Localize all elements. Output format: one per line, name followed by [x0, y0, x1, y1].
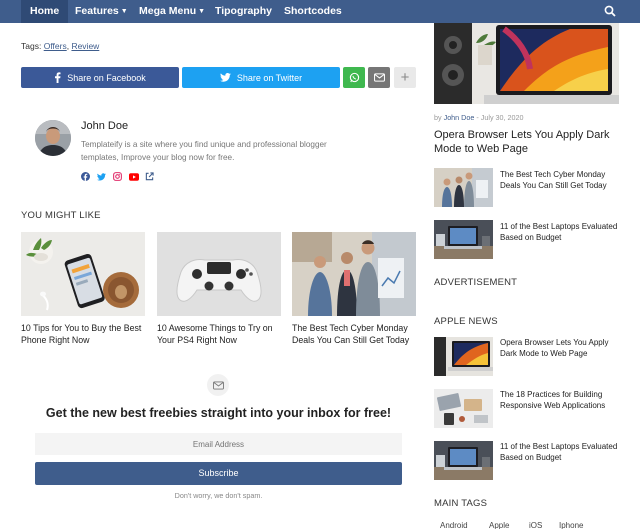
- meta-by: by: [434, 113, 442, 122]
- share-email-button[interactable]: [368, 67, 390, 88]
- newsletter-envelope-icon: [207, 374, 229, 396]
- tag-pill[interactable]: Iphone: [559, 521, 583, 529]
- sidebar-post-title[interactable]: 11 of the Best Laptops Evaluated Based o…: [500, 441, 620, 463]
- chevron-down-icon: ▼: [120, 8, 128, 15]
- share-more-button[interactable]: +: [394, 67, 416, 88]
- advertisement-title: ADVERTISEMENT: [434, 277, 518, 288]
- sidebar-post-thumbnail[interactable]: [434, 441, 493, 480]
- nav-label: Shortcodes: [284, 5, 342, 17]
- related-post-image[interactable]: [21, 232, 145, 316]
- plus-icon: +: [400, 69, 410, 86]
- external-link-icon[interactable]: [145, 168, 154, 181]
- related-post-image[interactable]: [292, 232, 416, 316]
- related-post-image[interactable]: [157, 232, 281, 316]
- facebook-icon[interactable]: [81, 168, 90, 181]
- twitter-icon: [219, 73, 231, 82]
- post-tags: Tags: Offers, Review: [21, 41, 100, 51]
- sidebar-post-thumbnail[interactable]: [434, 220, 493, 259]
- author-bio: Templateify is a site where you find uni…: [81, 140, 327, 162]
- related-post-title[interactable]: 10 Tips for You to Buy the Best Phone Ri…: [21, 322, 145, 346]
- tag-pill[interactable]: Android: [440, 521, 468, 529]
- facebook-icon: [55, 72, 61, 83]
- share-twitter-label: Share on Twitter: [236, 72, 303, 83]
- tag-pill[interactable]: iOS: [529, 521, 542, 529]
- featured-post-image[interactable]: [434, 23, 619, 104]
- nav-item-features[interactable]: Features ▼: [75, 0, 128, 23]
- share-twitter-button[interactable]: Share on Twitter: [182, 67, 340, 88]
- nav-label: Tipography: [215, 5, 272, 17]
- nav-item-tipography[interactable]: Tipography: [215, 0, 272, 23]
- nav-label: Features: [75, 5, 119, 17]
- post-date: - July 30, 2020: [476, 113, 524, 122]
- related-post-title[interactable]: The Best Tech Cyber Monday Deals You Can…: [292, 322, 416, 346]
- tags-label: Tags:: [21, 41, 42, 51]
- avatar[interactable]: [35, 120, 71, 156]
- twitter-icon[interactable]: [97, 168, 106, 181]
- whatsapp-icon: [349, 72, 359, 83]
- newsletter-note: Don't worry, we don't spam.: [174, 491, 263, 500]
- tag-link[interactable]: Review: [71, 41, 99, 51]
- subscribe-button[interactable]: Subscribe: [35, 462, 402, 485]
- share-facebook-button[interactable]: Share on Facebook: [21, 67, 179, 88]
- nav-item-mega-menu[interactable]: Mega Menu ▼: [139, 0, 205, 23]
- sidebar-post-title[interactable]: The Best Tech Cyber Monday Deals You Can…: [500, 169, 620, 191]
- apple-news-title: APPLE NEWS: [434, 316, 498, 327]
- sidebar-post-title[interactable]: The 18 Practices for Building Responsive…: [500, 389, 620, 411]
- author-name[interactable]: John Doe: [81, 120, 128, 132]
- nav-label: Home: [30, 5, 60, 17]
- featured-post-title[interactable]: Opera Browser Lets You Apply Dark Mode t…: [434, 128, 624, 156]
- main-tags-title: MAIN TAGS: [434, 498, 488, 509]
- sidebar-post-thumbnail[interactable]: [434, 168, 493, 207]
- author-link[interactable]: John Doe: [444, 113, 475, 122]
- featured-post-meta: by John Doe - July 30, 2020: [434, 113, 524, 122]
- envelope-icon: [373, 73, 385, 82]
- related-posts-title: YOU MIGHT LIKE: [21, 210, 101, 221]
- nav-item-shortcodes[interactable]: Shortcodes: [284, 0, 342, 23]
- top-navigation: Home Features ▼ Mega Menu ▼ Tipography Sho…: [0, 0, 640, 23]
- youtube-icon[interactable]: [129, 168, 139, 181]
- sidebar-post-thumbnail[interactable]: [434, 337, 493, 376]
- newsletter-title: Get the new best freebies straight into …: [45, 406, 392, 420]
- search-icon[interactable]: [604, 5, 616, 17]
- share-whatsapp-button[interactable]: [343, 67, 365, 88]
- share-facebook-label: Share on Facebook: [67, 72, 146, 83]
- sidebar-post-title[interactable]: Opera Browser Lets You Apply Dark Mode t…: [500, 337, 620, 359]
- tag-pill[interactable]: Apple: [489, 521, 509, 529]
- sidebar-post-thumbnail[interactable]: [434, 389, 493, 428]
- related-post-title[interactable]: 10 Awesome Things to Try on Your PS4 Rig…: [157, 322, 281, 346]
- sidebar-post-title[interactable]: 11 of the Best Laptops Evaluated Based o…: [500, 221, 620, 243]
- nav-item-home[interactable]: Home: [21, 0, 69, 23]
- tag-link[interactable]: Offers: [44, 41, 67, 51]
- nav-label: Mega Menu: [139, 5, 197, 17]
- instagram-icon[interactable]: [113, 168, 122, 181]
- chevron-down-icon: ▼: [198, 8, 206, 15]
- author-social-links: [81, 168, 154, 181]
- email-field[interactable]: [35, 433, 402, 455]
